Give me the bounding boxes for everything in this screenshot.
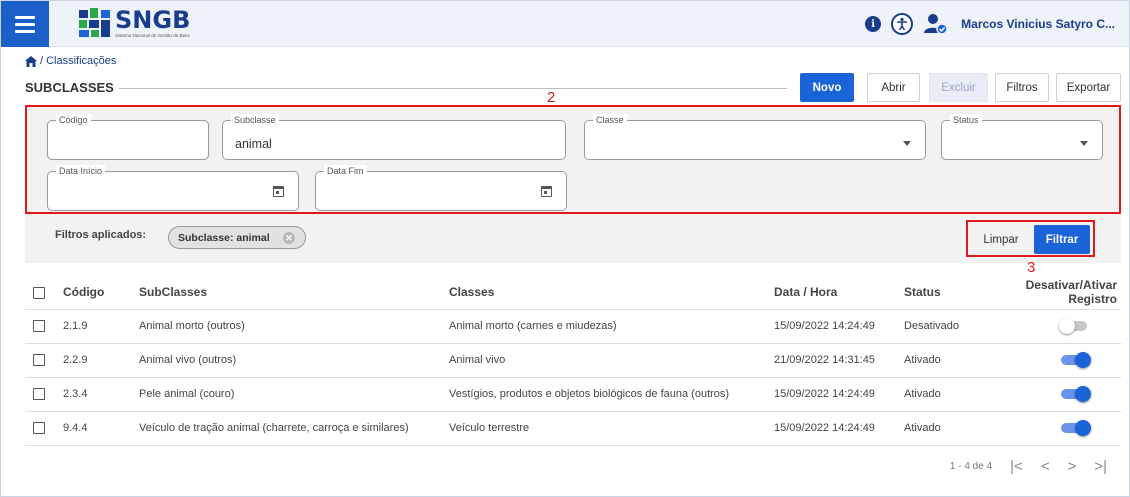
info-icon[interactable]: i: [865, 16, 882, 32]
applied-filters-label: Filtros aplicados:: [55, 229, 147, 241]
sngb-logo[interactable]: SNGB Sistema Nacional de Gestão de Bens: [79, 8, 190, 42]
annotation-number-3: 3: [1027, 259, 1036, 276]
filtros-button[interactable]: Filtros: [995, 73, 1049, 102]
chip-label: Subclasse: animal: [178, 231, 270, 244]
annotation-number-2: 2: [547, 89, 556, 106]
applied-filter-chip[interactable]: Subclasse: animal ✕: [168, 226, 306, 249]
abrir-button[interactable]: Abrir: [867, 73, 920, 102]
logo-text: SNGB: [115, 6, 191, 34]
excluir-button[interactable]: Excluir: [929, 73, 988, 102]
cell-data: 15/09/2022 14:24:49: [774, 411, 904, 446]
breadcrumb-text[interactable]: / Classificações: [40, 55, 116, 67]
next-page-icon[interactable]: >: [1068, 458, 1077, 475]
logo-mark-icon: [79, 8, 111, 38]
pagination-range: 1 - 4 de 4: [949, 460, 993, 472]
cell-codigo: 2.3.4: [55, 377, 139, 412]
annotation-box-actions: [966, 220, 1095, 257]
page-title: SUBCLASSES: [25, 80, 114, 95]
last-page-icon[interactable]: >|: [1094, 458, 1107, 475]
status-toggle[interactable]: [1059, 386, 1091, 402]
cell-data: 21/09/2022 14:31:45: [774, 343, 904, 378]
cell-subclasse: Animal morto (outros): [139, 309, 449, 344]
row-checkbox[interactable]: [33, 320, 45, 333]
column-header-classes[interactable]: Classes: [449, 275, 774, 310]
cell-subclasse: Pele animal (couro): [139, 377, 449, 412]
table-row[interactable]: 9.4.4 Veículo de tração animal (charrete…: [25, 411, 1121, 446]
cell-codigo: 2.1.9: [55, 309, 139, 344]
user-avatar-icon[interactable]: [923, 13, 948, 35]
table-row[interactable]: 2.1.9 Animal morto (outros) Animal morto…: [25, 309, 1121, 344]
annotation-box-filters: [25, 105, 1121, 214]
row-checkbox[interactable]: [33, 388, 45, 401]
previous-page-icon[interactable]: <: [1041, 458, 1050, 475]
cell-codigo: 9.4.4: [55, 411, 139, 446]
column-header-status[interactable]: Status: [904, 275, 979, 310]
select-all-checkbox[interactable]: [33, 286, 45, 299]
logo-subtitle: Sistema Nacional de Gestão de Bens: [115, 33, 190, 38]
cell-subclasse: Animal vivo (outros): [139, 343, 449, 378]
table-row[interactable]: 2.2.9 Animal vivo (outros) Animal vivo 2…: [25, 343, 1121, 378]
cell-status: Ativado: [904, 377, 979, 412]
cell-data: 15/09/2022 14:24:49: [774, 309, 904, 344]
table-row[interactable]: 2.3.4 Pele animal (couro) Vestígios, pro…: [25, 377, 1121, 412]
menu-icon[interactable]: [1, 1, 49, 47]
accessibility-icon[interactable]: [891, 13, 914, 35]
cell-codigo: 2.2.9: [55, 343, 139, 378]
cell-classe: Animal vivo: [449, 343, 774, 378]
exportar-button[interactable]: Exportar: [1056, 73, 1121, 102]
status-toggle[interactable]: [1059, 352, 1091, 368]
cell-subclasse: Veículo de tração animal (charrete, carr…: [139, 411, 449, 446]
row-checkbox[interactable]: [33, 422, 45, 435]
cell-classe: Veículo terrestre: [449, 411, 774, 446]
column-header-subclasses[interactable]: SubClasses: [139, 275, 449, 310]
title-divider: [119, 88, 787, 89]
top-bar: SNGB Sistema Nacional de Gestão de Bens …: [1, 1, 1129, 47]
home-icon[interactable]: [25, 55, 37, 67]
column-header-toggle: Desativar/Ativar Registro: [979, 275, 1121, 310]
row-checkbox[interactable]: [33, 354, 45, 367]
user-name[interactable]: Marcos Vinicius Satyro C...: [961, 17, 1115, 31]
cell-status: Ativado: [904, 411, 979, 446]
breadcrumb: / Classificações: [25, 55, 116, 67]
cell-status: Desativado: [904, 309, 979, 344]
subclasses-table: Código SubClasses Classes Data / Hora St…: [25, 275, 1121, 446]
cell-status: Ativado: [904, 343, 979, 378]
table-header-row: Código SubClasses Classes Data / Hora St…: [25, 275, 1121, 310]
novo-button[interactable]: Novo: [800, 73, 854, 102]
remove-chip-icon[interactable]: ✕: [283, 232, 295, 244]
paginator: 1 - 4 de 4 |< < > >|: [950, 456, 1107, 476]
cell-classe: Vestígios, produtos e objetos biológicos…: [449, 377, 774, 412]
cell-data: 15/09/2022 14:24:49: [774, 377, 904, 412]
status-toggle[interactable]: [1059, 318, 1091, 334]
first-page-icon[interactable]: |<: [1010, 458, 1023, 475]
column-header-data-hora[interactable]: Data / Hora: [774, 275, 904, 310]
cell-classe: Animal morto (carnes e miudezas): [449, 309, 774, 344]
status-toggle[interactable]: [1059, 420, 1091, 436]
column-header-codigo[interactable]: Código: [55, 275, 139, 310]
